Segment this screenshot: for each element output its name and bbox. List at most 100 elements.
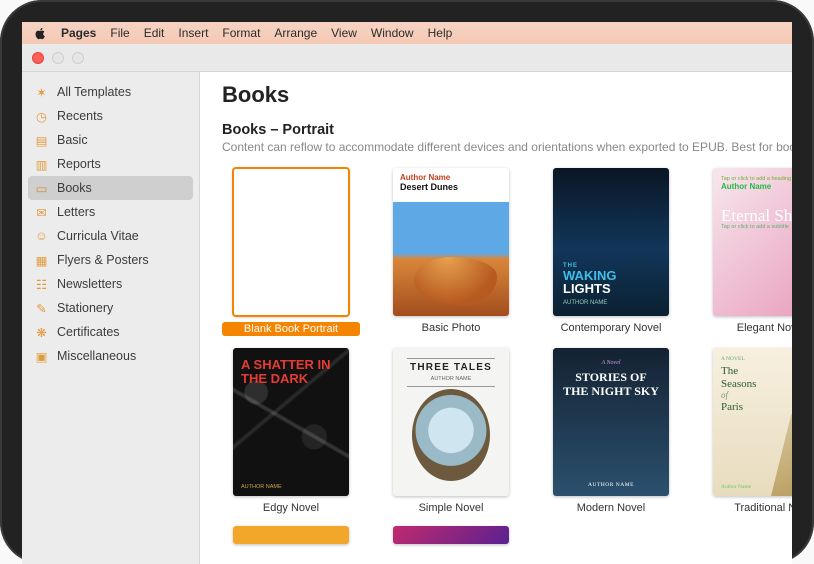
template-caption: Modern Novel (542, 502, 680, 514)
cover-image (771, 414, 792, 496)
section-title: Books – Portrait (222, 122, 792, 138)
person-icon: ☺ (34, 229, 49, 244)
template-simple-novel[interactable]: THREE TALES AUTHOR NAME Simple Novel (382, 348, 520, 514)
sidebar-item-stationery[interactable]: ✎ Stationery (22, 296, 199, 320)
sidebar-item-flyers[interactable]: ▦ Flyers & Posters (22, 248, 199, 272)
chart-icon: ▥ (34, 157, 49, 172)
template-elegant-novel[interactable]: Tap or click to add a heading Author Nam… (702, 168, 792, 336)
grid-icon: ▣ (34, 349, 49, 364)
minimize-window-button[interactable] (52, 52, 64, 64)
template-caption: Edgy Novel (222, 502, 360, 514)
zoom-window-button[interactable] (72, 52, 84, 64)
ribbon-icon: ❋ (34, 325, 49, 340)
sidebar-item-books[interactable]: ▭Books (28, 176, 193, 200)
page-title: Books (222, 82, 792, 108)
menu-window[interactable]: Window (371, 26, 414, 40)
sidebar-item-label: Basic (57, 133, 88, 147)
template-peek[interactable] (222, 526, 360, 544)
template-cover (393, 526, 509, 544)
cover-author: AUTHOR NAME (553, 482, 669, 488)
cover-image (412, 389, 490, 481)
menu-arrange[interactable]: Arrange (274, 26, 317, 40)
template-traditional-novel[interactable]: A NOVEL TheSeasonsofParis Author Name Tr… (702, 348, 792, 514)
template-cover: A NOVEL TheSeasonsofParis Author Name (713, 348, 792, 496)
cover-author: Author Name (721, 484, 751, 490)
app-name[interactable]: Pages (61, 26, 96, 40)
template-caption: Elegant Novel (702, 322, 792, 334)
close-window-button[interactable] (32, 52, 44, 64)
sidebar: ✶All Templates ◷Recents ▤Basic ▥Reports … (22, 44, 200, 564)
cover-author: AUTHOR NAME (399, 376, 503, 382)
menu-view[interactable]: View (331, 26, 357, 40)
menubar: Pages File Edit Insert Format Arrange Vi… (22, 22, 792, 44)
sidebar-item-label: Certificates (57, 325, 120, 339)
template-cover: THREE TALES AUTHOR NAME (393, 348, 509, 496)
menu-edit[interactable]: Edit (144, 26, 165, 40)
template-contemporary-novel[interactable]: THE WAKINGLIGHTS AUTHOR NAME Contemporar… (542, 168, 680, 336)
cover-of: of (721, 390, 756, 400)
cover-author: AUTHOR NAME (241, 484, 282, 490)
clock-icon: ◷ (34, 109, 49, 124)
sidebar-item-label: Curricula Vitae (57, 229, 139, 243)
star-icon: ✶ (34, 85, 49, 100)
menu-insert[interactable]: Insert (178, 26, 208, 40)
sidebar-item-reports[interactable]: ▥ Reports (22, 152, 199, 176)
template-grid: Blank Book Portrait Author NameDesert Du… (222, 168, 792, 544)
cover-image (393, 202, 509, 316)
template-cover: A SHATTER IN THE DARK AUTHOR NAME (233, 348, 349, 496)
cover-place: Paris (721, 401, 743, 413)
sidebar-item-letters[interactable]: ✉Letters (22, 200, 199, 224)
sidebar-item-all-templates[interactable]: ✶All Templates (22, 80, 199, 104)
content-area: Books Books – Portrait Content can reflo… (200, 44, 792, 564)
cover-title: Seasons (721, 378, 756, 390)
template-cover (233, 168, 349, 316)
cover-pretitle: A NOVEL (721, 356, 792, 362)
template-caption: Traditional Nov (702, 502, 792, 514)
sidebar-item-label: Stationery (57, 301, 113, 315)
apple-menu-icon[interactable] (34, 27, 47, 40)
cover-title-line2: LIGHTS (563, 281, 611, 296)
template-basic-photo[interactable]: Author NameDesert Dunes Basic Photo (382, 168, 520, 336)
template-peek[interactable] (382, 526, 520, 544)
sidebar-item-label: Flyers & Posters (57, 253, 149, 267)
sidebar-item-basic[interactable]: ▤ Basic (22, 128, 199, 152)
cover-author: Author Name (400, 173, 450, 182)
menu-help[interactable]: Help (428, 26, 453, 40)
pen-icon: ✎ (34, 301, 49, 316)
menu-file[interactable]: File (110, 26, 129, 40)
doc-icon: ▤ (34, 133, 49, 148)
template-modern-novel[interactable]: A Novel STORIES OF THE NIGHT SKY AUTHOR … (542, 348, 680, 514)
cover-title: THREE TALES (399, 362, 503, 373)
window-titlebar (22, 44, 792, 72)
sidebar-item-misc[interactable]: ▣ Miscellaneous (22, 344, 199, 368)
screen: Pages File Edit Insert Format Arrange Vi… (22, 22, 792, 564)
cover-title: STORIES OF THE NIGHT SKY (563, 370, 659, 399)
sidebar-item-label: Reports (57, 157, 101, 171)
sidebar-item-label: Miscellaneous (57, 349, 136, 363)
template-cover: THE WAKINGLIGHTS AUTHOR NAME (553, 168, 669, 316)
sidebar-item-label: Books (57, 181, 92, 195)
cover-subtitle: Tap or click to add a subtitle (721, 224, 792, 230)
envelope-icon: ✉ (34, 205, 49, 220)
cover-title: A SHATTER IN THE DARK (241, 358, 341, 385)
cover-pretitle: A Novel (563, 360, 659, 366)
template-chooser-window: ✶All Templates ◷Recents ▤Basic ▥Reports … (22, 44, 792, 564)
sidebar-item-recents[interactable]: ◷ Recents (22, 104, 199, 128)
template-blank-book-portrait[interactable]: Blank Book Portrait (222, 168, 360, 336)
template-cover: A Novel STORIES OF THE NIGHT SKY AUTHOR … (553, 348, 669, 496)
news-icon: ☷ (34, 277, 49, 292)
sidebar-item-certificates[interactable]: ❋ Certificates (22, 320, 199, 344)
template-caption: Contemporary Novel (542, 322, 680, 334)
template-caption: Simple Novel (382, 502, 520, 514)
menu-format[interactable]: Format (222, 26, 260, 40)
template-cover: Author NameDesert Dunes (393, 168, 509, 316)
cover-author: Author Name (721, 182, 792, 191)
layout-icon: ▦ (34, 253, 49, 268)
template-caption: Blank Book Portrait (222, 322, 360, 336)
sidebar-item-newsletters[interactable]: ☷Newsletters (22, 272, 199, 296)
template-edgy-novel[interactable]: A SHATTER IN THE DARK AUTHOR NAME Edgy N… (222, 348, 360, 514)
cover-author: AUTHOR NAME (563, 300, 659, 306)
sidebar-item-label: Recents (57, 109, 103, 123)
cover-title: Eternal Shine (721, 207, 792, 224)
sidebar-item-cv[interactable]: ☺ Curricula Vitae (22, 224, 199, 248)
